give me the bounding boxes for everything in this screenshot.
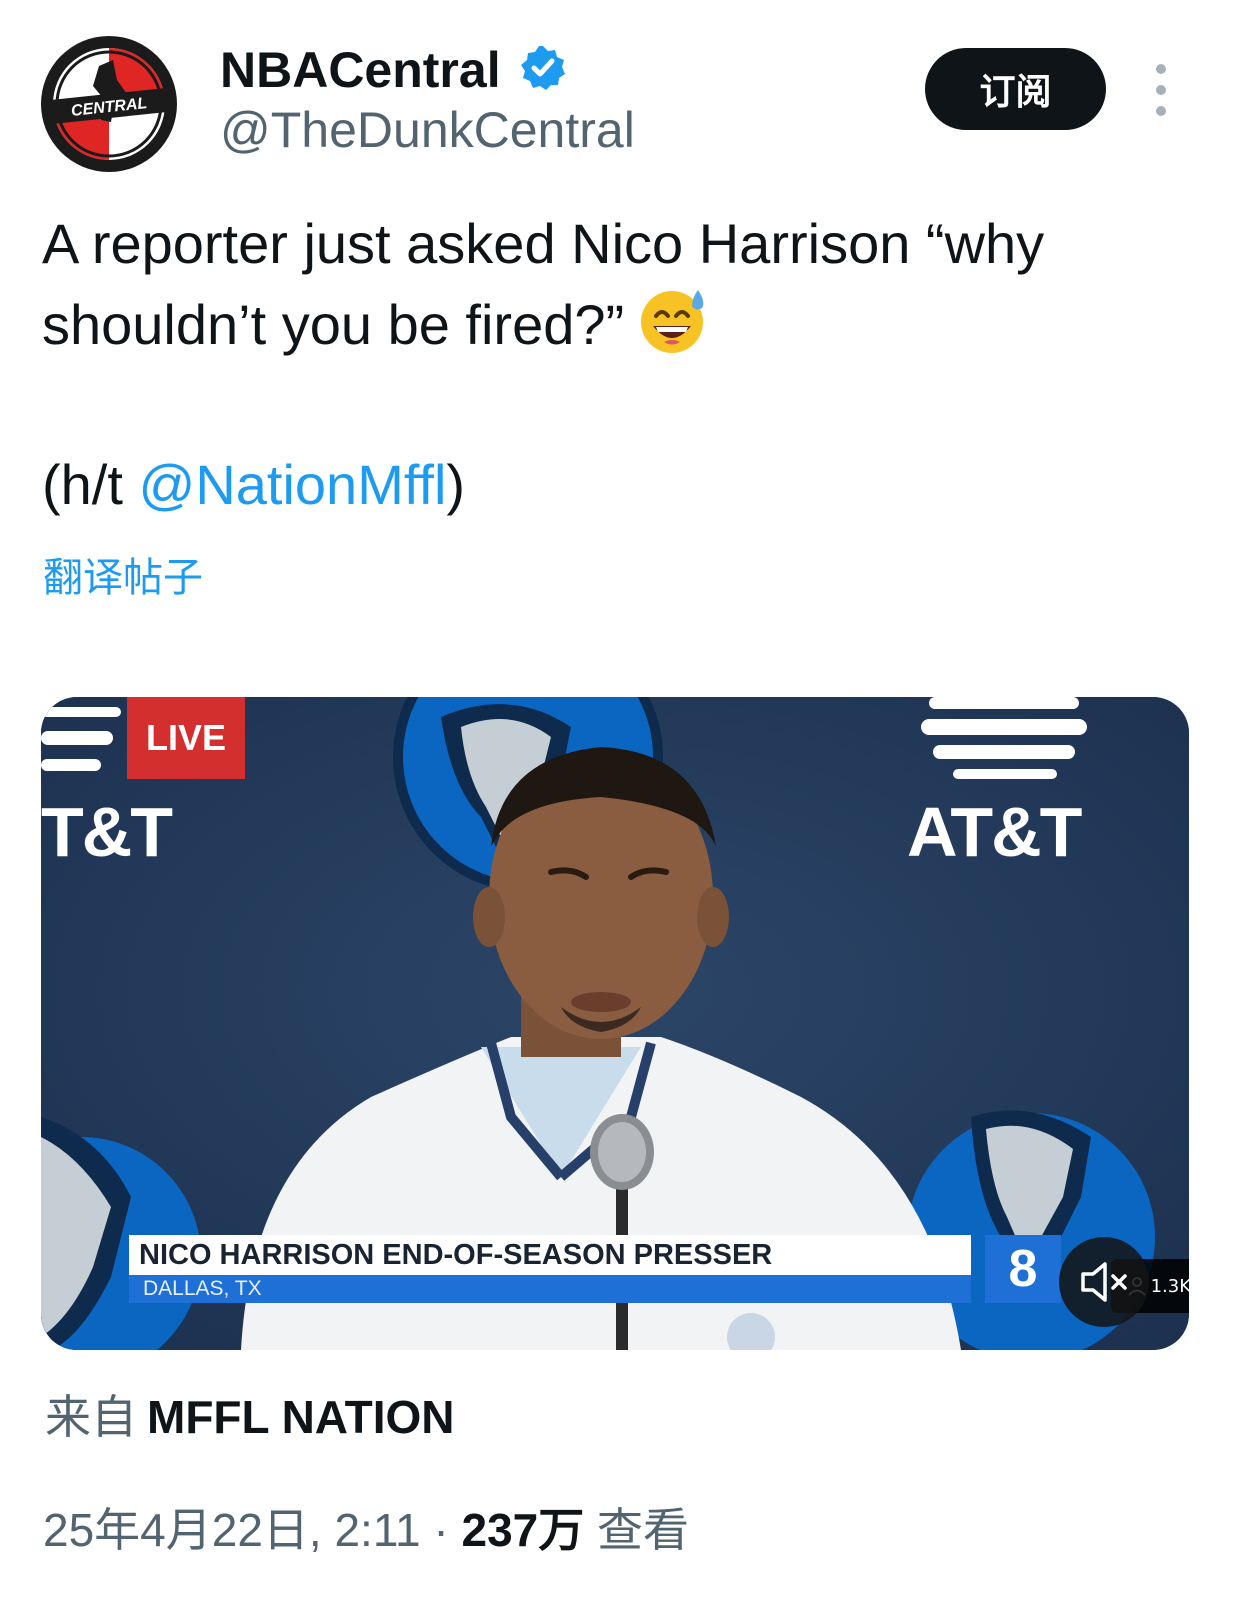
- station-logo: 8: [985, 1235, 1061, 1303]
- tweet-line-2-text: shouldn’t you be fired?”: [42, 293, 625, 356]
- lower-third-title: NICO HARRISON END-OF-SEASON PRESSER: [129, 1235, 971, 1275]
- grinning-face-with-sweat-icon: [641, 290, 704, 353]
- mention-link[interactable]: @NationMffl: [138, 453, 446, 516]
- sponsor-text-left: T&T: [41, 793, 173, 871]
- credit-prefix: (h/t: [42, 453, 139, 516]
- avatar[interactable]: CENTRAL: [41, 36, 177, 172]
- speaker-muted-icon: [1081, 1262, 1127, 1302]
- tweet-credit: (h/t @NationMffl): [42, 445, 1222, 525]
- timestamp-link[interactable]: 25年4月22日, 2:11: [43, 1504, 421, 1556]
- video-player[interactable]: LIVE T&T AT&T NICO HARRISON END-OF-SEASO…: [41, 697, 1189, 1350]
- translate-post-link[interactable]: 翻译帖子: [43, 550, 203, 606]
- live-badge: LIVE: [127, 697, 245, 779]
- nba-central-logo-icon: CENTRAL: [43, 38, 175, 170]
- verified-badge-icon: [521, 46, 565, 90]
- more-vertical-icon[interactable]: [1142, 64, 1180, 116]
- handle[interactable]: @TheDunkCentral: [220, 100, 635, 160]
- views-label: 查看: [584, 1504, 690, 1556]
- display-name[interactable]: NBACentral: [220, 40, 501, 100]
- tweet-text: A reporter just asked Nico Harrison “why…: [42, 204, 1222, 525]
- subscribe-button[interactable]: 订阅: [925, 48, 1106, 130]
- tweet-line-2: shouldn’t you be fired?”: [42, 284, 1222, 365]
- meta-separator: ·: [420, 1504, 462, 1556]
- credit-suffix: ): [446, 453, 466, 516]
- viewer-count-text: 1.3K: [1150, 1275, 1189, 1297]
- tweet-meta: 25年4月22日, 2:11 · 237万 查看: [43, 1498, 689, 1562]
- lower-third-banner: NICO HARRISON END-OF-SEASON PRESSER DALL…: [129, 1235, 971, 1303]
- sponsor-text-right: AT&T: [907, 793, 1082, 871]
- mute-button[interactable]: [1059, 1237, 1149, 1327]
- source-prefix: 来自: [45, 1390, 137, 1444]
- source-name-link[interactable]: MFFL NATION: [147, 1391, 454, 1443]
- tweet-line-1: A reporter just asked Nico Harrison “why: [42, 212, 1045, 275]
- views-count: 237万: [461, 1504, 585, 1556]
- source-attribution: 来自 MFFL NATION: [45, 1385, 454, 1449]
- lower-third-subtitle: DALLAS, TX: [129, 1275, 971, 1303]
